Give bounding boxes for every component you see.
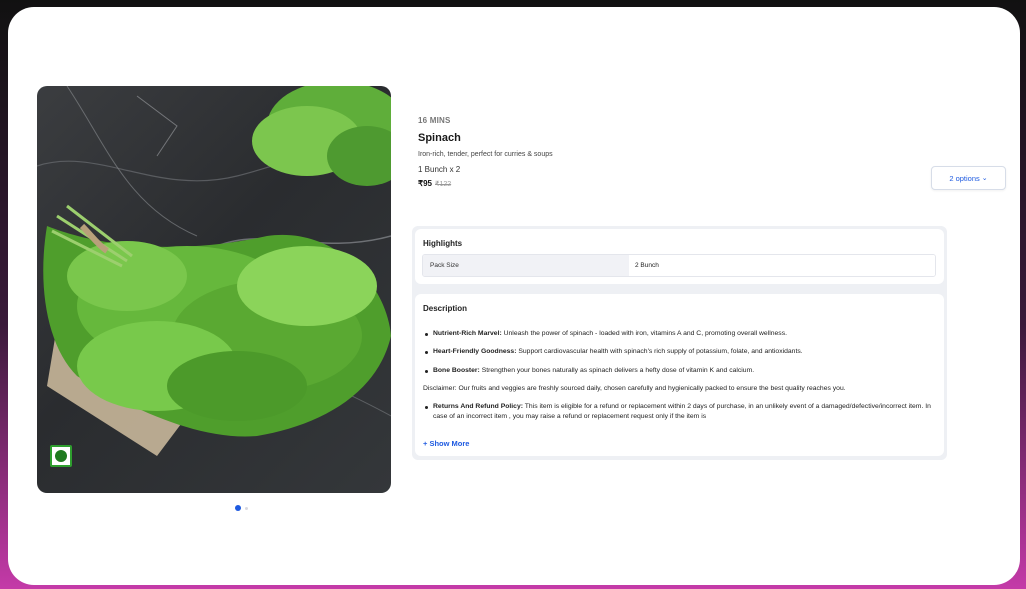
highlight-value: 2 Bunch	[629, 255, 935, 276]
product-quantity: 1 Bunch x 2	[418, 165, 461, 174]
price-row: ₹95 ₹122	[418, 179, 898, 188]
highlights-card: Highlights Pack Size 2 Bunch	[415, 229, 944, 284]
image-pagination	[235, 505, 248, 511]
pagination-dot[interactable]	[245, 506, 248, 510]
spinach-photo	[37, 86, 391, 456]
highlights-title: Highlights	[423, 239, 463, 248]
returns-policy: Returns And Refund Policy: This item is …	[423, 402, 933, 422]
delivery-time: 16 MINS	[418, 116, 451, 125]
product-image[interactable]	[37, 86, 391, 493]
description-bullet: Nutrient-Rich Marvel: Unleash the power …	[423, 329, 933, 339]
description-bullet: Heart-Friendly Goodness: Support cardiov…	[423, 347, 933, 357]
description-title: Description	[423, 304, 468, 313]
options-button[interactable]: 2 options ⌄	[931, 166, 1006, 190]
text-fade	[423, 421, 933, 429]
description-bullet: Bone Booster: Strengthen your bones natu…	[423, 366, 933, 376]
description-card: Description Nutrient-Rich Marvel: Unleas…	[415, 294, 944, 456]
pagination-dot-active[interactable]	[235, 505, 241, 511]
highlight-key: Pack Size	[423, 255, 629, 276]
veg-badge-icon	[50, 445, 72, 467]
chevron-down-icon: ⌄	[981, 175, 988, 182]
product-info: 16 MINS Spinach Iron-rich, tender, perfe…	[418, 116, 898, 188]
highlights-table: Pack Size 2 Bunch	[422, 254, 936, 277]
show-more-link[interactable]: + Show More	[423, 439, 469, 448]
product-price: ₹95	[418, 179, 432, 188]
description-body: Nutrient-Rich Marvel: Unleash the power …	[423, 329, 933, 422]
product-mrp: ₹122	[435, 181, 452, 188]
product-name: Spinach	[418, 132, 461, 144]
product-tagline: Iron-rich, tender, perfect for curries &…	[418, 151, 553, 158]
options-label: 2 options	[949, 173, 980, 183]
disclaimer-text: Disclaimer: Our fruits and veggies are f…	[423, 385, 846, 393]
app-frame: 16 MINS Spinach Iron-rich, tender, perfe…	[8, 7, 1020, 585]
